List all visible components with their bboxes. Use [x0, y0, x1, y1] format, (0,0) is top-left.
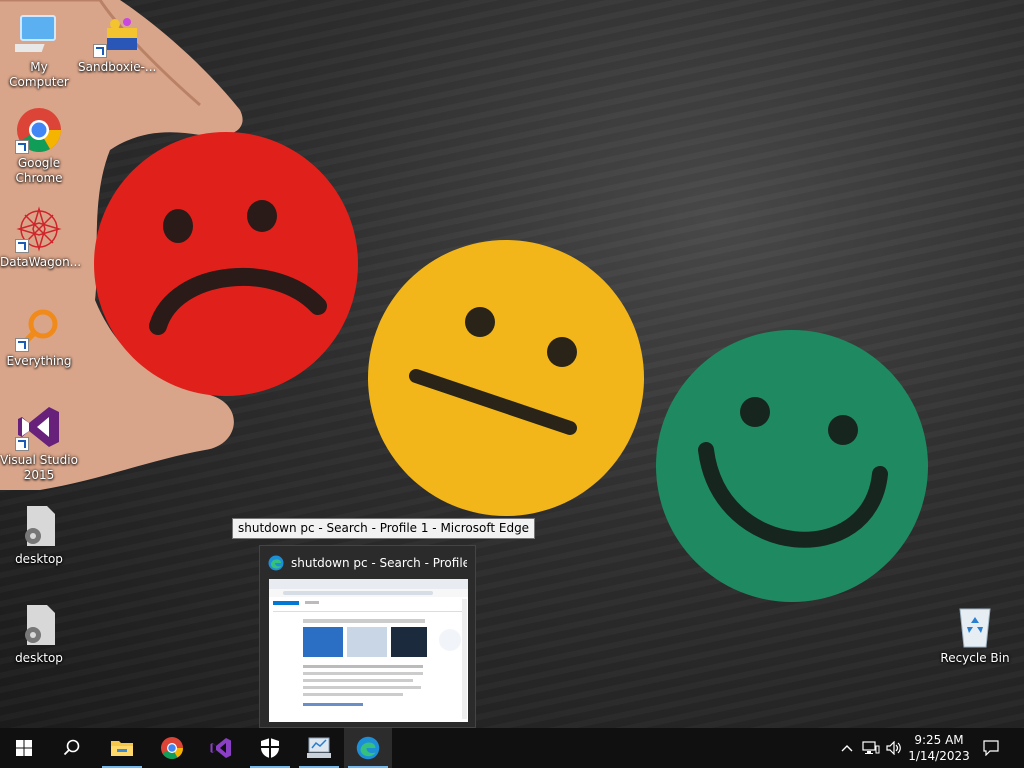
speaker-icon [886, 741, 901, 755]
preview-thumbnail[interactable] [269, 579, 468, 722]
desktop-icon-label: Recycle Bin [940, 651, 1010, 665]
search-button[interactable] [48, 728, 96, 768]
taskbar-control-panel[interactable] [295, 728, 343, 768]
control-panel-icon [307, 737, 331, 758]
taskbar-chrome[interactable] [148, 728, 196, 768]
shortcut-arrow-icon [15, 239, 29, 253]
desktop-icon-label: My Computer [9, 60, 69, 89]
magnifier-icon [63, 739, 80, 756]
taskbar-visual-studio[interactable] [197, 728, 245, 768]
sandboxie-icon [93, 10, 141, 58]
desktop-icon-datawagon[interactable]: DataWagon... [0, 205, 82, 270]
recycle-bin-icon [951, 601, 999, 649]
chevron-up-icon [841, 745, 853, 752]
desktop-icon-my-computer[interactable]: My Computer [0, 10, 78, 90]
taskbar-file-explorer[interactable] [98, 728, 146, 768]
edge-window-preview[interactable]: shutdown pc - Search - Profile ... [259, 545, 476, 728]
desktop-icon-everything[interactable]: Everything [0, 304, 78, 369]
windows-logo-icon [16, 740, 32, 756]
desktop-icon-label: Google Chrome [15, 156, 63, 185]
edge-icon [356, 736, 380, 760]
taskbar-clock[interactable]: 9:25 AM 1/14/2023 [906, 728, 972, 768]
edge-icon [268, 555, 284, 571]
shortcut-arrow-icon [93, 44, 107, 58]
shortcut-arrow-icon [15, 437, 29, 451]
desktop-icon-sandboxie[interactable]: Sandboxie-... [78, 10, 156, 75]
desktop-icon-chrome[interactable]: Google Chrome [0, 106, 78, 186]
desktop-icon-visual-studio[interactable]: Visual Studio 2015 [0, 403, 78, 483]
desktop-icon-label: desktop [15, 552, 63, 566]
taskbar: 9:25 AM 1/14/2023 [0, 728, 1024, 768]
settings-file-icon [15, 601, 63, 649]
taskbar-tooltip: shutdown pc - Search - Profile 1 - Micro… [232, 518, 536, 539]
clock-date: 1/14/2023 [908, 749, 970, 763]
browser-thumbnail-image [269, 579, 468, 719]
preview-title: shutdown pc - Search - Profile ... [291, 556, 467, 570]
desktop-icon-label: Visual Studio 2015 [0, 453, 78, 482]
wallpaper-emoji-faces [0, 0, 928, 602]
action-center-button[interactable] [976, 728, 1006, 768]
desktop-icon-label: Everything [6, 354, 72, 368]
preview-header: shutdown pc - Search - Profile ... [268, 554, 467, 572]
shortcut-arrow-icon [15, 140, 29, 154]
datawagon-icon [15, 205, 63, 253]
desktop-icon-label: DataWagon... [0, 255, 82, 269]
chrome-icon [15, 106, 63, 154]
desktop-icon-desktop-2[interactable]: desktop [0, 601, 78, 666]
shortcut-arrow-icon [15, 338, 29, 352]
magnifier-icon [15, 304, 63, 352]
settings-file-icon [15, 502, 63, 550]
taskbar-edge[interactable] [344, 728, 392, 768]
network-button[interactable] [860, 728, 882, 768]
desktop-icon-desktop-1[interactable]: desktop [0, 502, 78, 567]
visual-studio-icon [15, 403, 63, 451]
volume-button[interactable] [884, 728, 904, 768]
chrome-icon [161, 737, 183, 759]
folder-icon [111, 741, 133, 756]
notification-icon [983, 740, 999, 756]
taskbar-windows-security[interactable] [246, 728, 294, 768]
show-hidden-icons-button[interactable] [838, 728, 856, 768]
desktop-icon-recycle-bin[interactable]: Recycle Bin [936, 601, 1014, 666]
start-button[interactable] [0, 728, 48, 768]
desktop-icon-label: desktop [15, 651, 63, 665]
visual-studio-icon [210, 738, 231, 758]
desktop-icon-label: Sandboxie-... [78, 60, 157, 74]
network-icon [862, 741, 880, 754]
clock-time: 9:25 AM [914, 733, 964, 747]
computer-icon [15, 10, 63, 58]
shield-icon [261, 738, 279, 758]
desktop-background: My Computer Sandboxie-... Google Chrome … [0, 0, 1024, 728]
